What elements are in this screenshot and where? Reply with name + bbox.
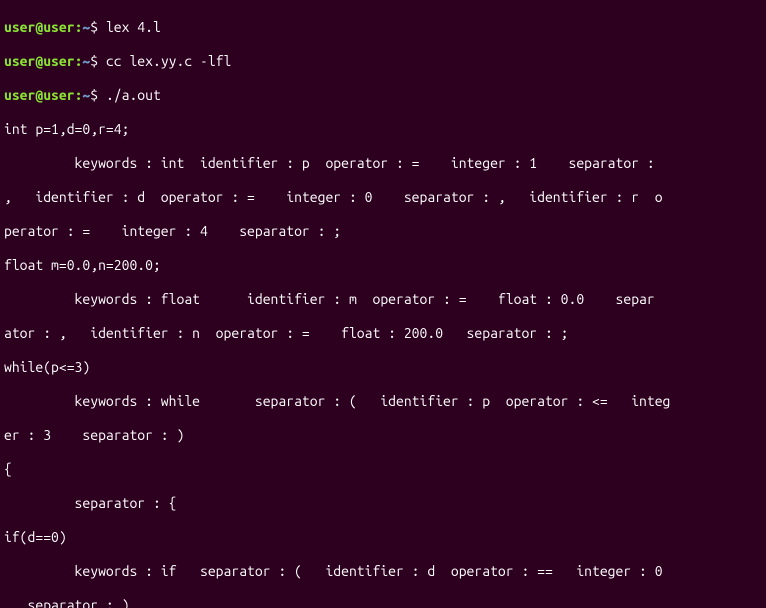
output-line: separator : ) <box>4 597 762 608</box>
output-line: ator : , identifier : n operator : = flo… <box>4 325 762 342</box>
prompt-line-3: user@user:~$ ./a.out <box>4 87 762 104</box>
prompt-userhost: user@user <box>4 53 75 69</box>
output-line: if(d==0) <box>4 529 762 546</box>
output-line: keywords : if separator : ( identifier :… <box>4 563 762 580</box>
output-line: keywords : float identifier : m operator… <box>4 291 762 308</box>
output-line: , identifier : d operator : = integer : … <box>4 189 762 206</box>
output-line: keywords : int identifier : p operator :… <box>4 155 762 172</box>
prompt-line-1: user@user:~$ lex 4.l <box>4 19 762 36</box>
output-line: er : 3 separator : ) <box>4 427 762 444</box>
prompt-userhost: user@user <box>4 87 75 103</box>
output-line: keywords : while separator : ( identifie… <box>4 393 762 410</box>
command-1: lex 4.l <box>106 19 161 35</box>
command-3: ./a.out <box>106 87 161 103</box>
prompt-dollar: $ <box>90 19 106 35</box>
output-line: separator : { <box>4 495 762 512</box>
prompt-dollar: $ <box>90 87 106 103</box>
prompt-dollar: $ <box>90 53 106 69</box>
command-2: cc lex.yy.c -lfl <box>106 53 231 69</box>
output-line: float m=0.0,n=200.0; <box>4 257 762 274</box>
prompt-userhost: user@user <box>4 19 75 35</box>
output-line: { <box>4 461 762 478</box>
prompt-line-2: user@user:~$ cc lex.yy.c -lfl <box>4 53 762 70</box>
terminal[interactable]: user@user:~$ lex 4.l user@user:~$ cc lex… <box>0 0 766 608</box>
output-line: perator : = integer : 4 separator : ; <box>4 223 762 240</box>
output-line: while(p<=3) <box>4 359 762 376</box>
output-line: int p=1,d=0,r=4; <box>4 121 762 138</box>
